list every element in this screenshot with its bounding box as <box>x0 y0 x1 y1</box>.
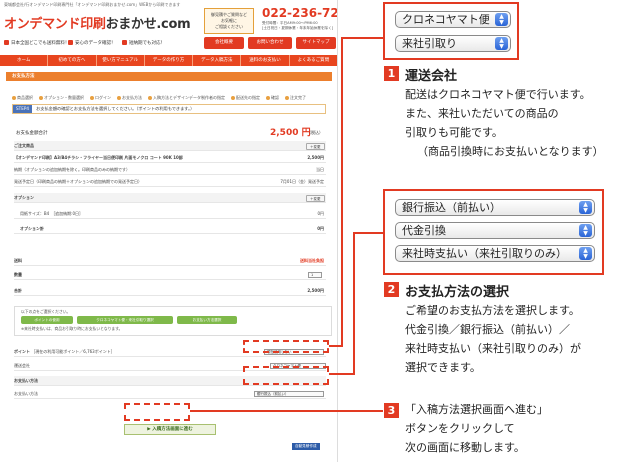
feature-short-delivery: 短納期でも対応！ <box>122 40 165 46</box>
check-icon <box>68 40 73 45</box>
change-button[interactable]: ＋変更 <box>306 143 325 150</box>
callout-1-box: クロネコヤマト便 ▲ ▼ 来社引取り ▲ ▼ <box>383 2 519 60</box>
step-number-1: 1 <box>384 66 399 81</box>
main-nav: ホーム 初めての方へ 使い方マニュアル データの作り方 データ入稿方法 送料のお… <box>0 55 337 66</box>
cod-option[interactable]: 代金引換 ▲ ▼ <box>395 222 595 239</box>
callout-2-title: お支払方法の選択 <box>405 285 510 300</box>
step-number-2: 2 <box>384 282 399 297</box>
order-page-screenshot: 東城都会社/行オンデマンド印刷専門社「オンデマンド印刷おまかせ.com」WEBか… <box>0 0 338 462</box>
pay-at-pickup-option[interactable]: 来社時支払い（来社引取りのみ） ▲ ▼ <box>395 245 595 262</box>
product-row: 【オンデマンド印刷】A3/B4チラシ・フライヤー当日便印刷 片面モノクロ コート… <box>14 153 326 163</box>
business-hours: 受付時間：平日AM9:00～PM6:00 [土日祝日・夏期休業・年末年始休業を除… <box>262 21 334 30</box>
highlight-shipper <box>243 340 329 353</box>
connector-2b <box>353 232 355 375</box>
sum-row: 合計 2,500円 <box>14 286 326 296</box>
shipping-row: 送料 送料当社負担 <box>14 256 326 266</box>
updown-arrows-icon: ▲ ▼ <box>579 201 592 214</box>
nav-upload[interactable]: データ入稿方法 <box>193 55 242 66</box>
section-title: お支払方法 <box>6 72 332 81</box>
nav-data-guide[interactable]: データの作り方 <box>145 55 194 66</box>
pickup-dropdown[interactable]: 来社引取り ▲ ▼ <box>395 35 511 52</box>
quantity-select[interactable]: 1 <box>308 272 322 278</box>
callout-2-box: 銀行振込（前払い） ▲ ▼ 代金引換 ▲ ▼ 来社時支払い（来社引取りのみ） ▲ ▼ <box>383 189 604 275</box>
phone-number: 022-236-7202 <box>262 6 338 20</box>
option-header: オプション <box>14 193 326 203</box>
options-note-2: ※来社時支払いは、商品お引取り時にお支払いとなります。 <box>21 326 123 331</box>
auto-quote-button[interactable]: 自動見積作成 <box>292 443 320 450</box>
options-note: 以下の点をご選択ください。 <box>21 309 71 314</box>
payment-select[interactable]: 銀行振込（前払い） <box>254 391 324 397</box>
connector-3 <box>190 410 383 412</box>
nav-beginners[interactable]: 初めての方へ <box>48 55 97 66</box>
quantity-row: 数量 <box>14 270 326 280</box>
feature-free-shipping: 日本全国どこでも送料無料！ <box>4 40 69 46</box>
total-value: 2,500 円 <box>270 128 311 138</box>
highlight-proceed <box>124 403 190 421</box>
paper-size-row: 用紙サイズ：B4 ［追加納期:0日］ 0円 <box>14 209 326 219</box>
callout-1-title: 運送会社 <box>405 69 458 84</box>
ship-date-row: 発送予定日（印刷商品の納期＋オプションの追加納期での発送予定日） 7月01日（金）… <box>14 177 326 187</box>
payment-select-button[interactable]: お支払い方法選択 <box>177 316 237 324</box>
step-number-3: 3 <box>384 403 399 418</box>
proceed-button[interactable]: ▶ 入稿方法画面に進む <box>124 424 216 435</box>
nav-manual[interactable]: 使い方マニュアル <box>97 55 145 66</box>
option-change-button[interactable]: ＋変更 <box>306 195 325 202</box>
nav-shipping-pay[interactable]: 送料のお支払い <box>241 55 290 66</box>
delivery-row: 納期（オプションの追加納期を除く。印刷商品のみの納期です） 当日 <box>14 165 326 175</box>
callout-3-description: 「入稿方法選択画面へ進む」 ボタンをクリックして 次の画面に移動します。 <box>405 403 548 454</box>
updown-arrows-icon: ▲ ▼ <box>495 13 508 26</box>
top-note: 東城都会社/行オンデマンド印刷専門社「オンデマンド印刷おまかせ.com」WEBか… <box>4 2 181 7</box>
connector-2c <box>353 232 383 234</box>
shipper-dropdown[interactable]: クロネコヤマト便 ▲ ▼ <box>395 11 511 28</box>
total-tax: （税込） <box>307 130 323 135</box>
updown-arrows-icon: ▲ ▼ <box>579 247 592 260</box>
use-points-button[interactable]: ポイントの使用 <box>21 316 73 324</box>
site-logo[interactable]: オンデマンド印刷おまかせ.com <box>4 13 191 32</box>
bank-transfer-option[interactable]: 銀行振込（前払い） ▲ ▼ <box>395 199 595 216</box>
contact-box[interactable]: 御見積やご質問など お気軽に ご相談ください <box>204 8 254 34</box>
updown-arrows-icon: ▲ ▼ <box>579 224 592 237</box>
updown-arrows-icon: ▲ ▼ <box>495 37 508 50</box>
sitemap-button[interactable]: サイトマップ <box>296 37 336 49</box>
step-instruction: STEP4 お支払金額の確認とお支払方法を選択してください。（ポイントの利用もでき… <box>12 104 326 114</box>
step-progress: 商品選択 オプション・数量選択 ログイン お支払方法 入稿方法とデザインデータ制作者の指… <box>12 95 312 101</box>
company-button[interactable]: 会社概要 <box>204 37 244 49</box>
truck-icon <box>4 40 9 45</box>
clock-icon <box>122 40 127 45</box>
connector-1c <box>341 37 383 39</box>
order-header: ご注文商品 <box>14 141 326 151</box>
shipper-select-button[interactable]: クロネコヤマト便・来社引取り選択 <box>77 316 173 324</box>
nav-home[interactable]: ホーム <box>0 55 49 66</box>
highlight-payment <box>243 366 329 385</box>
contact-button[interactable]: お問い合わせ <box>248 37 292 49</box>
callout-1-description: 配送はクロネコヤマト便で行います。 また、来社いただいての商品の 引取りも可能で… <box>405 88 604 158</box>
feature-data-check: 安心のデータ確認！ <box>68 40 116 46</box>
connector-1b <box>341 37 343 347</box>
callout-2-description: ご希望のお支払方法を選択します。 代金引換／銀行振込（前払い）／ 来社時支払い（… <box>405 304 581 374</box>
nav-faq[interactable]: よくあるご質問 <box>290 55 337 66</box>
total-label: お支払金額合計 <box>16 131 48 136</box>
options-panel: 以下の点をご選択ください。 ポイントの使用 クロネコヤマト便・来社引取り選択 お… <box>14 306 332 336</box>
option-total-row: オプション計 0円 <box>14 224 326 234</box>
connector-2a <box>329 373 355 375</box>
